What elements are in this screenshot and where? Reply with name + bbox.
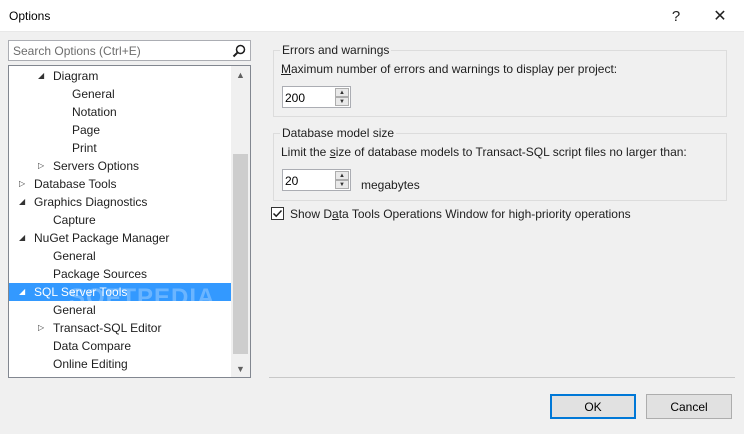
max-errors-stepper[interactable]: ▲ ▼ — [282, 86, 351, 108]
tree-item-online-editing[interactable]: Online Editing — [9, 355, 231, 373]
tree-item-label: NuGet Package Manager — [34, 231, 170, 245]
chevron-down-icon: ▼ — [236, 363, 245, 374]
tree-item-label: General — [72, 87, 115, 101]
tree-item-label: Page — [72, 123, 101, 137]
close-button[interactable]: ✕ — [698, 0, 742, 32]
collapse-arrow-icon[interactable]: ◢ — [38, 67, 44, 85]
model-size-stepper[interactable]: ▲ ▼ — [282, 169, 351, 191]
watermark-logo: SOFTPEDIA — [69, 284, 216, 311]
tree-item-label: Capture — [53, 213, 96, 227]
tree-item-print[interactable]: Print — [9, 139, 231, 157]
tree-item-data-compare[interactable]: Data Compare — [9, 337, 231, 355]
collapse-arrow-icon[interactable]: ◢ — [19, 229, 25, 247]
max-errors-label: Maximum number of errors and warnings to… — [281, 62, 617, 76]
accelerator-key: M — [281, 62, 291, 76]
checkmark-icon — [272, 209, 283, 218]
tree-item-label: Notation — [72, 105, 117, 119]
ok-button[interactable]: OK — [550, 394, 636, 419]
search-icon[interactable] — [231, 43, 247, 59]
label-text: ize of database models to Transact-SQL s… — [335, 145, 687, 159]
tree-item-label: Servers Options — [53, 159, 140, 173]
title-bar: Options ? ✕ — [0, 0, 744, 32]
label-text: Limit the — [281, 145, 330, 159]
tree-item-diagram[interactable]: ◢ Diagram — [9, 67, 231, 85]
tree-item-nuget-package-manager[interactable]: ◢ NuGet Package Manager — [9, 229, 231, 247]
expand-arrow-icon[interactable]: ▷ — [19, 175, 25, 193]
increment-button[interactable]: ▲ — [335, 88, 349, 97]
arrow-down-icon: ▼ — [339, 181, 345, 188]
search-input[interactable] — [13, 43, 225, 58]
group-caption: Database model size — [280, 126, 397, 140]
tree-item-transact-sql-editor[interactable]: ▷ Transact-SQL Editor — [9, 319, 231, 337]
max-errors-input[interactable] — [285, 90, 333, 105]
arrow-down-icon: ▼ — [339, 98, 345, 105]
tree-item-label: Data Compare — [53, 339, 132, 353]
stepper-buttons: ▲ ▼ — [335, 171, 349, 189]
search-box — [8, 40, 251, 61]
arrow-up-icon: ▲ — [339, 172, 345, 179]
help-button[interactable]: ? — [654, 0, 698, 32]
tree-item-page[interactable]: Page — [9, 121, 231, 139]
tree-item-label: Transact-SQL Editor — [53, 321, 162, 335]
accelerator-key: a — [332, 207, 339, 221]
scroll-down-button[interactable]: ▼ — [231, 360, 250, 377]
tree-item-database-tools[interactable]: ▷ Database Tools — [9, 175, 231, 193]
tree-item-servers-options[interactable]: ▷ Servers Options — [9, 157, 231, 175]
expand-arrow-icon[interactable]: ▷ — [38, 319, 44, 337]
footer-divider — [269, 377, 735, 378]
close-icon: ✕ — [713, 8, 727, 25]
group-caption: Errors and warnings — [280, 43, 392, 57]
collapse-arrow-icon[interactable]: ◢ — [19, 283, 25, 301]
unit-label: megabytes — [361, 178, 420, 192]
decrement-button[interactable]: ▼ — [335, 97, 349, 106]
ops-window-label: Show Data Tools Operations Window for hi… — [290, 207, 631, 221]
ops-window-checkbox[interactable] — [271, 207, 284, 220]
stepper-buttons: ▲ ▼ — [335, 88, 349, 106]
chevron-up-icon: ▲ — [236, 69, 245, 80]
tree-item-label: Graphics Diagnostics — [34, 195, 148, 209]
window-title: Options — [9, 9, 51, 23]
decrement-button[interactable]: ▼ — [335, 180, 349, 189]
tree-item-label: Online Editing — [53, 357, 128, 371]
tree-item-graphics-diagnostics[interactable]: ◢ Graphics Diagnostics — [9, 193, 231, 211]
tree-item-nuget-general[interactable]: General — [9, 247, 231, 265]
tree-item-diagram-general[interactable]: General — [9, 85, 231, 103]
tree-item-label: Package Sources — [53, 267, 148, 281]
label-text: ta Tools Operations Window for high-prio… — [338, 207, 631, 221]
tree-item-label: Print — [72, 141, 97, 155]
tree-item-label: Database Tools — [34, 177, 117, 191]
expand-arrow-icon[interactable]: ▷ — [38, 157, 44, 175]
label-text: Show D — [290, 207, 333, 221]
increment-button[interactable]: ▲ — [335, 171, 349, 180]
tree-scrollbar[interactable]: ▲ ▼ — [231, 66, 250, 377]
database-model-size-group: Database model size Limit the size of da… — [273, 126, 727, 201]
tree-item-label: Diagram — [53, 69, 99, 83]
scroll-up-button[interactable]: ▲ — [231, 66, 250, 83]
help-icon: ? — [671, 7, 681, 25]
collapse-arrow-icon[interactable]: ◢ — [19, 193, 25, 211]
model-size-label: Limit the size of database models to Tra… — [281, 145, 687, 159]
label-text: aximum number of errors and warnings to … — [291, 62, 618, 76]
scrollbar-thumb[interactable] — [233, 154, 248, 354]
tree-item-notation[interactable]: Notation — [9, 103, 231, 121]
tree-item-label: General — [53, 249, 96, 263]
arrow-up-icon: ▲ — [339, 89, 345, 96]
cancel-button[interactable]: Cancel — [646, 394, 732, 419]
errors-and-warnings-group: Errors and warnings Maximum number of er… — [273, 43, 727, 117]
tree-item-capture[interactable]: Capture — [9, 211, 231, 229]
model-size-input[interactable] — [285, 173, 333, 188]
options-tree[interactable]: ◢ Diagram General Notation Page Print ▷ … — [8, 65, 251, 378]
tree-item-package-sources[interactable]: Package Sources — [9, 265, 231, 283]
